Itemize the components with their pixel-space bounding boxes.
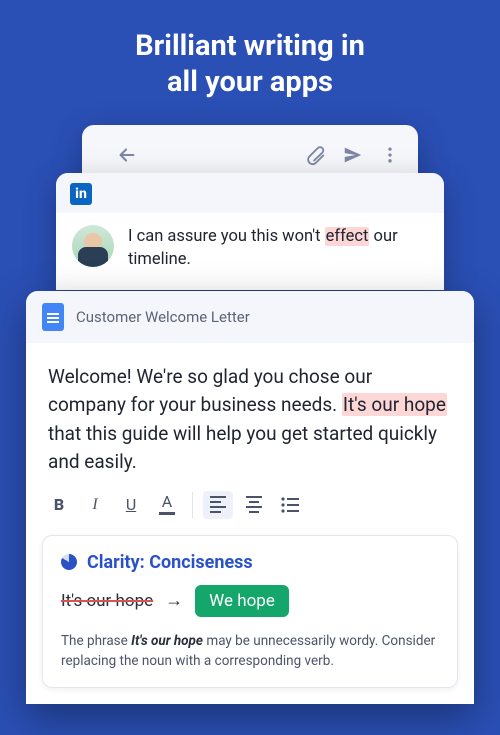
suggestion-title-text: Clarity: Conciseness (87, 552, 253, 573)
linkedin-text-before: I can assure you this won't (128, 227, 325, 246)
linkedin-logo-icon: in (70, 183, 92, 205)
format-toolbar: B I U A (26, 485, 474, 535)
suggestion-to-pill[interactable]: We hope (195, 585, 289, 617)
align-left-button[interactable] (203, 491, 233, 519)
clarity-icon (61, 554, 77, 570)
suggestion-desc-em: It's our hope (131, 633, 203, 649)
underline-button[interactable]: U (116, 491, 146, 519)
suggestion-desc-before: The phrase (61, 633, 131, 649)
arrow-icon: → (165, 590, 183, 611)
doc-title: Customer Welcome Letter (76, 308, 250, 326)
align-center-button[interactable] (239, 491, 269, 519)
card-stack: in I can assure you this won't effect ou… (0, 125, 500, 725)
doc-body-after: that this guide will help you get starte… (48, 422, 437, 474)
suggestion-card[interactable]: Clarity: Conciseness It's our hope → We … (42, 535, 458, 689)
avatar (72, 225, 114, 267)
font-color-button[interactable]: A (152, 491, 182, 519)
google-docs-icon (42, 303, 64, 331)
suggestion-title: Clarity: Conciseness (61, 552, 439, 573)
attachment-icon[interactable] (304, 144, 326, 166)
doc-error-highlight[interactable]: It's our hope (342, 393, 447, 416)
linkedin-header: in (56, 173, 444, 213)
doc-body[interactable]: Welcome! We're so glad you chose our com… (26, 343, 474, 485)
toolbar-divider (192, 492, 193, 518)
headline-line1: Brilliant writing in (135, 29, 365, 63)
linkedin-logo-text: in (75, 186, 87, 202)
suggestion-change: It's our hope → We hope (61, 585, 439, 617)
bulleted-list-button[interactable] (275, 491, 305, 519)
linkedin-card: in I can assure you this won't effect ou… (56, 173, 444, 291)
docs-card: Customer Welcome Letter Welcome! We're s… (26, 291, 474, 705)
back-arrow-icon[interactable] (116, 144, 138, 166)
more-icon[interactable] (380, 145, 400, 165)
italic-button[interactable]: I (80, 491, 110, 519)
font-color-label: A (162, 494, 172, 510)
suggestion-from: It's our hope (61, 591, 153, 611)
linkedin-body: I can assure you this won't effect our t… (56, 213, 444, 291)
send-icon[interactable] (342, 144, 364, 166)
underline-label: U (126, 495, 136, 514)
linkedin-error-highlight[interactable]: effect (325, 227, 370, 246)
doc-body-before: Welcome! We're so glad you chose our com… (48, 365, 372, 417)
headline-line2: all your apps (167, 65, 333, 99)
bold-button[interactable]: B (44, 491, 74, 519)
suggestion-description: The phrase It's our hope may be unnecess… (61, 631, 439, 672)
headline: Brilliant writing in all your apps (0, 0, 500, 101)
linkedin-text[interactable]: I can assure you this won't effect our t… (128, 225, 428, 273)
docs-header: Customer Welcome Letter (26, 291, 474, 343)
